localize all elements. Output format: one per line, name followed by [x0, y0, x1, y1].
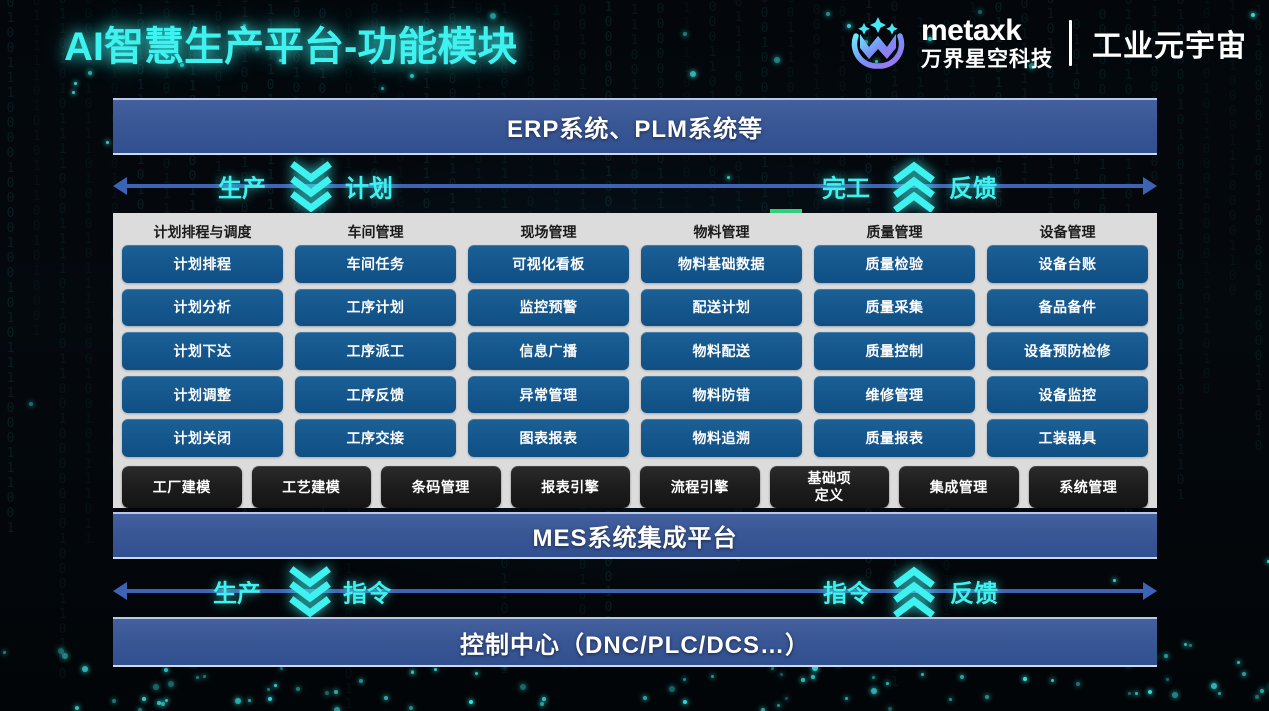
- module-item-button[interactable]: 维修管理: [814, 375, 975, 414]
- platform-service-button[interactable]: 工厂建模: [122, 466, 242, 508]
- flow-label-top-left-2: 计划: [345, 175, 393, 203]
- module-item-button[interactable]: 配送计划: [641, 288, 802, 327]
- module-item-button[interactable]: 工序计划: [295, 288, 456, 327]
- platform-service-button[interactable]: 集成管理: [899, 466, 1019, 508]
- module-column-header: 现场管理: [520, 224, 577, 240]
- arrow-head-right-icon: [1143, 582, 1157, 600]
- flow-label-bottom-right-1: 指令: [823, 580, 871, 608]
- module-item-button[interactable]: 工序派工: [295, 332, 456, 370]
- platform-service-button[interactable]: 工艺建模: [251, 466, 371, 508]
- brand-divider: [1069, 20, 1072, 66]
- flow-label-top-right-2: 反馈: [949, 175, 997, 203]
- module-columns: 计划排程与调度 计划排程 计划分析 计划下达 计划调整 计划关闭 车间管理 车间任务 工序计划工…: [122, 221, 1148, 457]
- platform-service-button[interactable]: 报表引擎: [510, 466, 630, 508]
- platform-services-row: 工厂建模 工艺建模 条码管理 报表引擎 流程引擎 基础项 定义 集成管理 系统管理: [122, 466, 1148, 508]
- brand-name-cn: 万界星空科技: [921, 48, 1053, 71]
- module-item-button[interactable]: 监控预警: [468, 288, 629, 327]
- module-item-button[interactable]: 计划关闭: [122, 419, 283, 457]
- module-item-button[interactable]: 车间任务: [295, 245, 456, 283]
- erp-system-bar: ERP系统、PLM系统等: [113, 98, 1157, 155]
- control-center-bar: 控制中心（DNC/PLC/DCS…）: [113, 617, 1157, 667]
- module-item-button[interactable]: 设备监控: [987, 375, 1148, 414]
- flow-row-top: 生产 计划 完工 反馈: [113, 158, 1157, 214]
- module-item-button[interactable]: 备品备件: [987, 288, 1148, 327]
- platform-service-button[interactable]: 系统管理: [1028, 466, 1148, 508]
- module-column: 物料管理物料基础数据 配送计划物料配送物料防错物料追溯: [641, 221, 802, 457]
- module-grid-panel: 计划排程与调度 计划排程 计划分析 计划下达 计划调整 计划关闭 车间管理 车间任务 工序计划工…: [113, 213, 1157, 508]
- module-column: 质量管理质量检验质量采集质量控制维修管理质量报表: [814, 221, 975, 457]
- module-column-header: 质量管理: [866, 224, 923, 240]
- page-title: AI智慧生产平台-功能模块: [64, 25, 518, 69]
- module-item-button[interactable]: 信息广播: [468, 332, 629, 370]
- module-column-header: 设备管理: [1039, 224, 1096, 240]
- module-item-button[interactable]: 设备台账: [987, 245, 1148, 283]
- module-item-button[interactable]: 质量检验: [814, 245, 975, 283]
- module-item-button[interactable]: 质量采集: [814, 288, 975, 327]
- arrow-head-right-icon: [1143, 177, 1157, 195]
- module-item-button[interactable]: 计划排程: [122, 245, 283, 283]
- module-item-button[interactable]: 设备预防检修: [987, 332, 1148, 370]
- module-item-button[interactable]: 计划调整: [122, 375, 283, 414]
- module-item-button[interactable]: 可视化看板: [468, 245, 629, 283]
- metaxk-logo-icon: [849, 14, 907, 72]
- chevron-down-icon-top: [290, 160, 332, 212]
- mes-platform-bar: MES系统集成平台: [113, 512, 1157, 559]
- platform-service-button[interactable]: 条码管理: [381, 466, 501, 508]
- module-item-button[interactable]: 计划下达: [122, 332, 283, 370]
- flow-label-bottom-right-2: 反馈: [950, 580, 998, 608]
- flow-label-top-right-1: 完工: [822, 175, 870, 203]
- module-column: 现场管理可视化看板监控预警信息广播异常管理图表报表: [468, 221, 629, 457]
- brand-text-block: metaxk 万界星空科技: [921, 14, 1053, 71]
- flow-row-bottom: 生产 指令 指令 反馈: [113, 563, 1157, 619]
- module-item-button[interactable]: 工序交接: [295, 419, 456, 457]
- module-column: 车间管理车间任务工序计划工序派工工序反馈工序交接: [295, 221, 456, 457]
- platform-service-button[interactable]: 流程引擎: [640, 466, 760, 508]
- module-item-button[interactable]: 质量报表: [814, 419, 975, 457]
- flow-label-bottom-left-2: 指令: [343, 580, 391, 608]
- module-column-header: 计划排程与调度: [153, 224, 252, 240]
- module-item-button[interactable]: 工装器具: [987, 419, 1148, 457]
- chevron-down-icon-bottom: [289, 565, 331, 617]
- module-column: 设备管理设备台账备品备件设备预防检修 设备监控工装器具: [987, 221, 1148, 457]
- platform-service-button[interactable]: 基础项 定义: [769, 466, 889, 508]
- module-column-header: 物料管理: [693, 224, 750, 240]
- slide-canvas: 0 0 1 0 1 1 0 0 1 0 0 1 1 1 0 0 0 0 1 0 …: [0, 0, 1269, 711]
- module-item-button[interactable]: 异常管理: [468, 375, 629, 414]
- module-item-button[interactable]: 物料防错: [641, 375, 802, 414]
- module-item-button[interactable]: 物料追溯: [641, 419, 802, 457]
- module-column: 计划排程与调度计划排程计划分析计划下达计划调整计划关闭: [122, 221, 283, 457]
- flow-label-bottom-left-1: 生产: [213, 580, 261, 608]
- module-item-button[interactable]: 质量控制: [814, 332, 975, 370]
- chevron-up-icon-bottom: [893, 565, 935, 617]
- arrow-head-left-icon: [113, 582, 127, 600]
- chevron-up-icon-top: [893, 160, 935, 212]
- module-item-button[interactable]: 物料基础数据: [641, 245, 802, 283]
- module-item-button[interactable]: 物料配送: [641, 332, 802, 370]
- module-item-button[interactable]: 图表报表: [468, 419, 629, 457]
- module-item-button[interactable]: 工序反馈: [295, 375, 456, 414]
- flow-label-top-left-1: 生产: [218, 175, 266, 203]
- brand-name-en: metaxk: [921, 14, 1022, 47]
- module-column-header: 车间管理: [347, 224, 404, 240]
- brand-logo: metaxk 万界星空科技 工业元宇宙: [849, 10, 1247, 76]
- module-item-button[interactable]: 计划分析: [122, 288, 283, 327]
- arrow-head-left-icon: [113, 177, 127, 195]
- brand-tagline: 工业元宇宙: [1092, 30, 1247, 63]
